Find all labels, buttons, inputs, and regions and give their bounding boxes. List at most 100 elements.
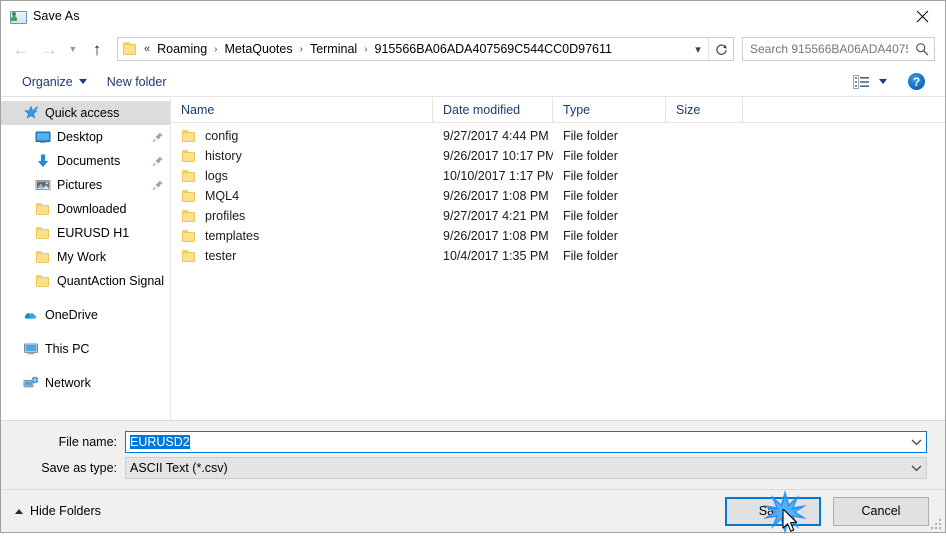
filename-dropdown-button[interactable] [906,432,926,452]
caret-up-icon [15,508,23,514]
breadcrumb-separator[interactable]: › [360,44,371,55]
breadcrumb-separator[interactable]: › [296,44,307,55]
table-row[interactable]: profiles 9/27/2017 4:21 PM File folder [171,206,945,226]
filename-value[interactable]: EURUSD2 [126,435,906,449]
sidebar-item-label: EURUSD H1 [57,226,130,240]
table-row[interactable]: MQL4 9/26/2017 1:08 PM File folder [171,186,945,206]
help-button[interactable]: ? [908,73,925,90]
organize-button[interactable]: Organize [15,72,94,92]
breadcrumb-separator[interactable]: › [210,44,221,55]
filetype-dropdown-button[interactable] [906,458,926,478]
file-name-label: tester [205,249,237,263]
save-button-label: Save [758,504,788,518]
save-as-icon [10,8,27,24]
close-button[interactable] [899,1,945,31]
filetype-select[interactable]: ASCII Text (*.csv) [125,457,927,479]
table-row[interactable]: history 9/26/2017 10:17 PM File folder [171,146,945,166]
search-input[interactable] [743,42,910,56]
table-row[interactable]: logs 10/10/2017 1:17 PM File folder [171,166,945,186]
column-header-size[interactable]: Size [666,97,743,122]
onedrive-cloud-icon [23,307,39,323]
folder-icon [181,188,197,204]
column-header-type[interactable]: Type [553,97,666,122]
folder-icon [181,148,197,164]
filename-input[interactable]: EURUSD2 [125,431,927,453]
new-folder-button[interactable]: New folder [100,72,174,92]
save-button[interactable]: Save [725,496,821,526]
network-icon [23,375,39,391]
refresh-icon [715,43,727,55]
file-type-cell: File folder [563,129,618,143]
forward-button[interactable]: → [35,36,63,62]
address-dropdown-button[interactable]: ▾ [688,38,708,60]
folder-icon [181,128,197,144]
dialog-body: Quick access Desktop Documents Pictures … [1,97,945,420]
cancel-button[interactable]: Cancel [833,496,929,526]
pin-icon [152,155,164,167]
column-header-label: Name [181,102,215,117]
search-button[interactable] [910,38,934,60]
file-type-cell: File folder [563,189,618,203]
sidebar-item-documents[interactable]: Documents [1,149,170,173]
sidebar-item-eurusd-h1[interactable]: EURUSD H1 [1,221,170,245]
table-row[interactable]: templates 9/26/2017 1:08 PM File folder [171,226,945,246]
address-bar[interactable]: « Roaming › MetaQuotes › Terminal › 9155… [117,37,734,61]
file-name-cell: logs [171,168,433,184]
file-name-label: MQL4 [205,189,240,203]
file-date-cell: 10/10/2017 1:17 PM [443,169,553,183]
sidebar-item-label: Documents [57,154,121,168]
sidebar-item-my-work[interactable]: My Work [1,245,170,269]
search-box[interactable] [742,37,935,61]
sidebar-item-downloaded[interactable]: Downloaded [1,197,170,221]
navigation-pane: Quick access Desktop Documents Pictures … [1,97,171,420]
breadcrumb-item-terminal[interactable]: Terminal [307,40,360,58]
sidebar-item-label: My Work [57,250,107,264]
file-name-label: profiles [205,209,246,223]
breadcrumb-item-terminal-id[interactable]: 915566BA06ADA407569C544CC0D97611 [372,40,615,58]
table-row[interactable]: config 9/27/2017 4:44 PM File folder [171,126,945,146]
recent-locations-chevron-icon: ▼ [68,43,78,54]
sidebar-item-desktop[interactable]: Desktop [1,125,170,149]
filename-selected-text: EURUSD2 [130,435,190,449]
column-header-date-modified[interactable]: Date modified [433,97,553,122]
sidebar-item-quick-access[interactable]: Quick access [1,101,170,125]
folder-icon [181,228,197,244]
recent-locations-button[interactable]: ▼ [63,36,83,62]
folder-icon [35,249,51,265]
cancel-button-wrapper: Cancel [833,496,929,526]
filetype-value: ASCII Text (*.csv) [130,461,228,475]
sidebar-item-quantaction-signal[interactable]: QuantAction Signal [1,269,170,293]
sidebar-item-network[interactable]: Network [1,371,170,395]
view-mode-button[interactable] [848,72,892,92]
command-bar: Organize New folder ? [1,67,945,97]
sidebar-item-label: OneDrive [45,308,98,322]
file-type-cell: File folder [563,249,618,263]
resize-grip-icon[interactable] [929,517,941,529]
sidebar-item-pictures[interactable]: Pictures [1,173,170,197]
sidebar-item-label: Downloaded [57,202,127,216]
view-mode-icon [853,74,869,89]
pin-icon [152,131,164,143]
breadcrumb-item-roaming[interactable]: Roaming [154,40,210,58]
folder-icon [181,248,197,264]
sidebar-item-onedrive[interactable]: OneDrive [1,303,170,327]
refresh-button[interactable] [709,38,733,60]
breadcrumb-overflow[interactable]: « [142,43,154,55]
table-row[interactable]: tester 10/4/2017 1:35 PM File folder [171,246,945,266]
back-arrow-icon: ← [12,39,30,59]
dialog-footer: Hide Folders Save Cancel [1,489,945,534]
hide-folders-button[interactable]: Hide Folders [15,504,101,518]
file-type-cell: File folder [563,169,618,183]
column-header-name[interactable]: Name [171,97,433,122]
filename-row: File name: EURUSD2 [1,431,927,453]
folder-icon [35,201,51,217]
chevron-down-icon: ▾ [695,43,701,56]
close-icon [916,10,928,22]
file-name-cell: config [171,128,433,144]
file-date-cell: 9/27/2017 4:21 PM [443,209,549,223]
breadcrumb-item-metaquotes[interactable]: MetaQuotes [222,40,296,58]
sidebar-item-this-pc[interactable]: This PC [1,337,170,361]
back-button[interactable]: ← [7,36,35,62]
up-button[interactable]: ↑ [83,36,111,62]
